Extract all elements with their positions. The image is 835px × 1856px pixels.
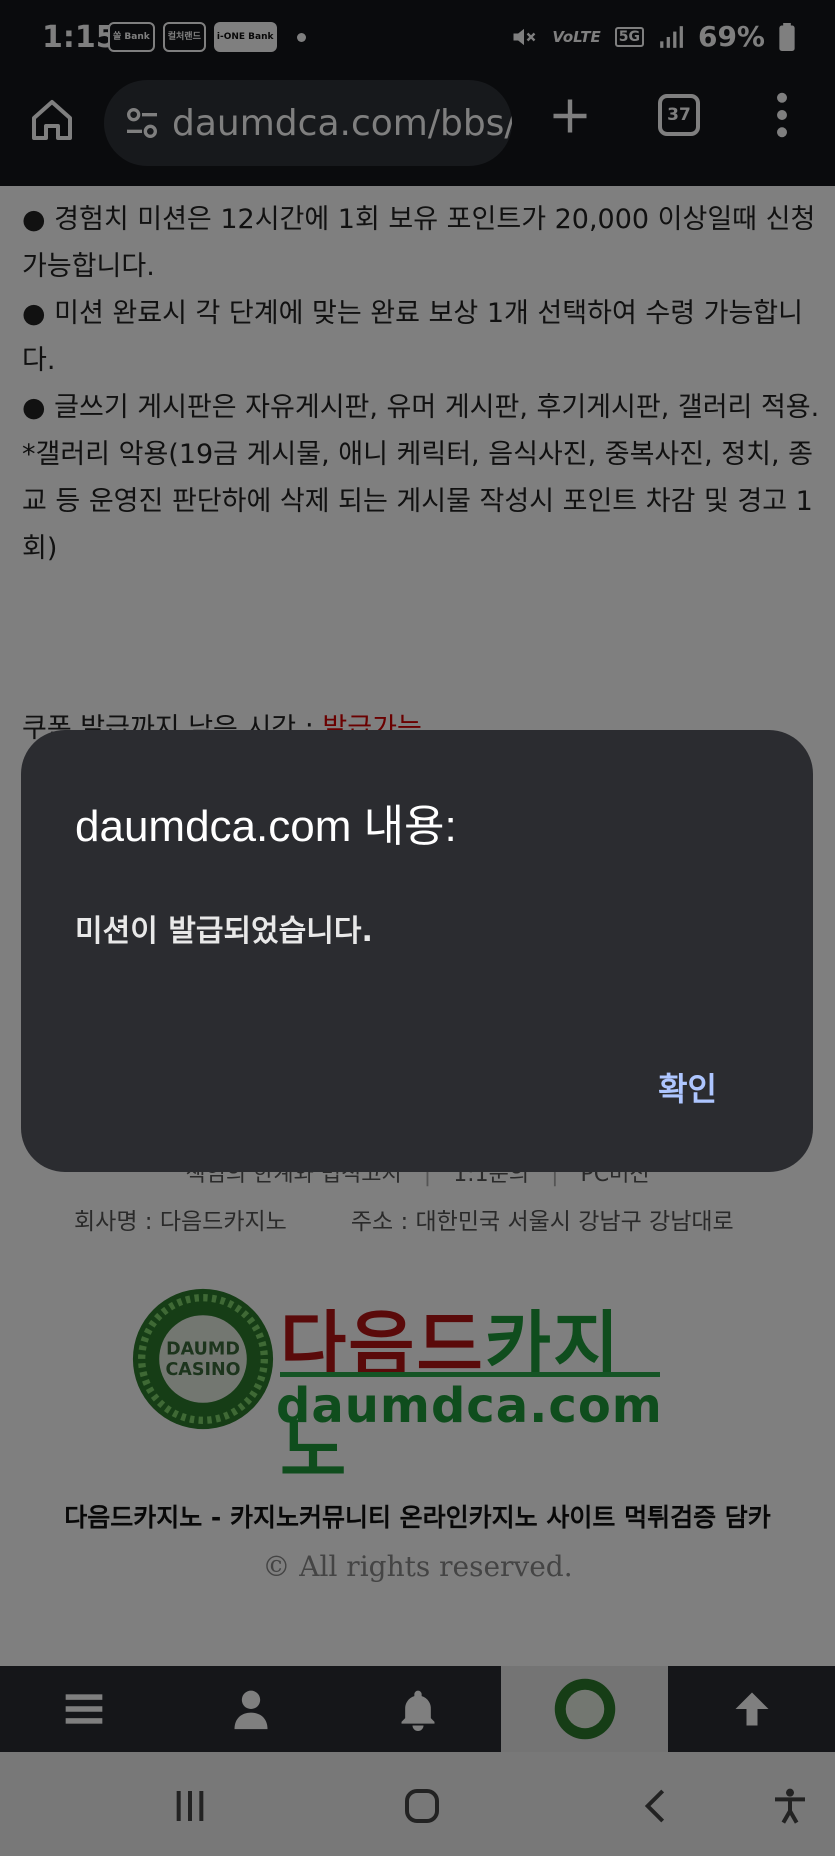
nav-home-logo-button[interactable]	[501, 1666, 668, 1752]
more-menu-icon[interactable]	[776, 92, 788, 138]
status-time: 1:15	[42, 20, 117, 55]
notification-dot-icon	[296, 32, 306, 42]
status-app-icons: 쏠 Bank 컬처랜드 i-ONE Bank	[108, 22, 306, 52]
company-address: 주소 : 대한민국 서울시 강남구 강남대로	[350, 1209, 734, 1235]
company-name: 회사명 : 다음드카지노	[74, 1209, 287, 1235]
cultureland-icon: 컬처랜드	[162, 22, 206, 52]
browser-toolbar: daumdca.com/bbs/ 37	[0, 76, 835, 186]
nav-notification-button[interactable]	[334, 1666, 501, 1752]
tab-switcher-button[interactable]: 37	[658, 94, 700, 136]
nav-user-button[interactable]	[167, 1666, 334, 1752]
signal-icon	[660, 25, 683, 48]
dialog-title: daumdca.com 내용:	[75, 802, 457, 851]
logo-icon	[554, 1678, 615, 1740]
casino-badge-icon: DAUMD CASINO	[132, 1288, 274, 1430]
new-tab-icon[interactable]	[548, 94, 592, 138]
system-nav-bar	[0, 1752, 835, 1856]
back-icon[interactable]	[636, 1786, 676, 1826]
status-indicators: VoLTE 5G 69%	[510, 20, 795, 53]
accessibility-icon[interactable]	[770, 1786, 810, 1826]
notice-line: ● 경험치 미션은 12시간에 1회 보유 포인트가 20,000 이상일때 신…	[22, 204, 816, 282]
home-icon[interactable]	[402, 1786, 442, 1826]
arrow-up-icon	[735, 1692, 768, 1726]
volte-indicator: VoLTE	[552, 27, 601, 46]
notice-line: ● 글쓰기 게시판은 자유게시판, 유머 게시판, 후기게시판, 갤러리 적용.	[22, 392, 820, 423]
logo-domain-text: daumdca.com	[276, 1378, 663, 1434]
mission-notice: ● 경험치 미션은 12시간에 1회 보유 포인트가 20,000 이상일때 신…	[22, 196, 822, 572]
dialog-message: 미션이 발급되었습니다.	[75, 914, 373, 949]
mute-icon	[513, 28, 536, 45]
user-icon	[234, 1690, 267, 1730]
notice-line: ● 미션 완료시 각 단계에 맞는 완료 보상 1개 선택하여 수령 가능합니다…	[22, 298, 803, 376]
alert-dialog: daumdca.com 내용: 미션이 발급되었습니다. 확인	[21, 730, 813, 1172]
badge-text-line2: CASINO	[165, 1360, 240, 1380]
nav-menu-button[interactable]	[0, 1666, 167, 1752]
network-indicator: 5G	[614, 26, 644, 47]
home-icon[interactable]	[28, 96, 76, 144]
site-bottom-nav	[0, 1666, 835, 1752]
copyright: © All rights reserved.	[262, 1550, 573, 1583]
site-logo[interactable]: DAUMD CASINO 다음드카지노 daumdca.com	[130, 1286, 670, 1492]
address-bar[interactable]: daumdca.com/bbs/	[104, 80, 512, 166]
status-bar: 1:15 쏠 Bank 컬처랜드 i-ONE Bank VoLTE 5G 69%	[0, 0, 835, 76]
battery-percent: 69%	[697, 20, 765, 53]
company-info: 회사명 : 다음드카지노 주소 : 대한민국 서울시 강남구 강남대로	[74, 1202, 734, 1236]
recents-icon[interactable]	[170, 1786, 210, 1826]
bell-icon	[401, 1690, 434, 1731]
ione-bank-icon: i-ONE Bank	[213, 22, 277, 52]
menu-icon	[65, 1694, 102, 1724]
badge-text-line1: DAUMD	[166, 1340, 240, 1360]
battery-icon	[779, 22, 795, 51]
nav-scroll-top-button[interactable]	[668, 1666, 835, 1752]
url-text[interactable]: daumdca.com/bbs/	[172, 103, 512, 144]
logo-divider	[280, 1372, 660, 1377]
site-title: 다음드카지노 - 카지노커뮤니티 온라인카지노 사이트 먹튀검증 담카	[64, 1503, 771, 1532]
confirm-button[interactable]: 확인	[658, 1064, 717, 1110]
site-settings-icon[interactable]	[122, 103, 162, 143]
notice-line: *갤러리 악용(19금 게시물, 애니 케릭터, 음식사진, 중복사진, 정치,…	[22, 439, 813, 564]
sol-bank-icon: 쏠 Bank	[108, 22, 155, 52]
